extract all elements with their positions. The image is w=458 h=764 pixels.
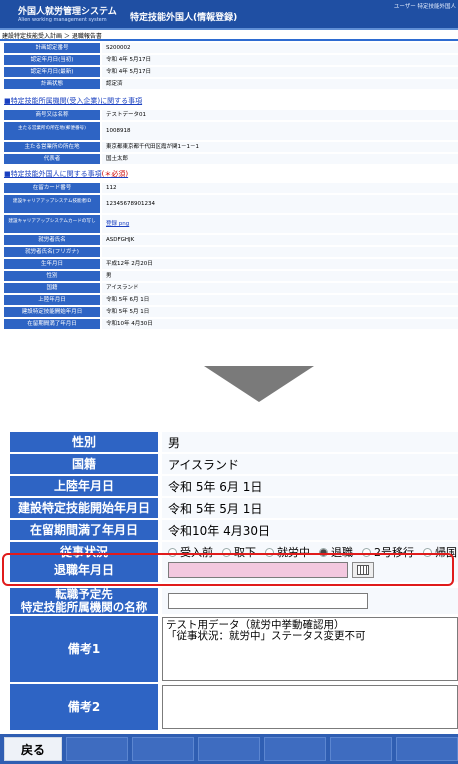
footer-tile xyxy=(264,737,326,761)
overview-screenshot: 外国人就労管理システム Alien working management sys… xyxy=(0,0,458,346)
footer-tile xyxy=(132,737,194,761)
field-row-remarks1: 備考1 テスト用データ（就労中挙動確認用） 「従事状況：就労中」ステータス変更不… xyxy=(10,616,458,682)
summary-row: 国籍 アイスランド xyxy=(4,283,458,293)
footer-bar: 戻る xyxy=(0,734,458,764)
remarks2-textarea[interactable] xyxy=(162,685,458,729)
back-button[interactable]: 戻る xyxy=(4,737,62,761)
user-label: ユーザー 特定技能外国人 xyxy=(393,4,456,10)
summary-row: 上陸年月日 令和 5年 6月 1日 xyxy=(4,295,458,305)
summary-row: 在留期間満了年月日 令和10年 4月30日 xyxy=(4,319,458,329)
footer-tile xyxy=(396,737,458,761)
transfer-org-input[interactable] xyxy=(168,593,368,609)
breadcrumb-divider xyxy=(0,39,458,41)
field-row-gender: 性別 男 xyxy=(10,432,458,452)
section-heading-worker[interactable]: ■特定技能外国人に関する事項(＊必須) xyxy=(4,169,128,179)
summary-row: 主たる営業所の所在地(郵便番号) 1008918 xyxy=(4,122,458,140)
footer-tile xyxy=(66,737,128,761)
footer-tile xyxy=(198,737,260,761)
summary-row: 認定年月日(当初) 令和 4年 5月17日 xyxy=(4,55,458,65)
field-row-transfer-org: 転職予定先 特定技能所属機関の名称 xyxy=(10,588,458,614)
summary-row: 在留カード番号 112 xyxy=(4,183,458,193)
system-name: 外国人就労管理システム xyxy=(18,7,117,17)
required-note: (＊必須) xyxy=(101,170,129,178)
app-title: 特定技能外国人(情報登録) xyxy=(130,13,238,23)
remarks1-textarea[interactable]: テスト用データ（就労中挙動確認用） 「従事状況：就労中」ステータス変更不可 xyxy=(162,617,458,681)
summary-row: 性別男 xyxy=(4,271,458,281)
summary-row: 主たる営業所の所在地 東京都東京都千代田区霞が関1－1－1 xyxy=(4,142,458,152)
system-subtitle: Alien working management system xyxy=(18,17,107,23)
card-copy-link[interactable]: 登録 png xyxy=(102,215,458,233)
field-row-nationality: 国籍 アイスランド xyxy=(10,454,458,474)
down-arrow-icon xyxy=(204,366,314,402)
summary-row: 認定年月日(最新) 令和 4年 5月17日 xyxy=(4,67,458,77)
app-header: 外国人就労管理システム Alien working management sys… xyxy=(0,0,458,30)
field-row-remarks2: 備考2 xyxy=(10,684,458,730)
summary-row: 建設キャリアアップシステムカードの写し 登録 png xyxy=(4,215,458,233)
summary-row: 商号又は名称 テストデータ01 xyxy=(4,110,458,120)
footer-tile xyxy=(330,737,392,761)
summary-row: 生年月日 平成12年 2月20日 xyxy=(4,259,458,269)
field-row-expiry-date: 在留期間満了年月日 令和10年 4月30日 xyxy=(10,520,458,540)
summary-row: 代表者 国土太郎 xyxy=(4,154,458,164)
summary-row: 建設特定技能開始年月日 令和 5年 5月 1日 xyxy=(4,307,458,317)
section-heading-company[interactable]: ■特定技能所属機関(受入企業)に関する事項 xyxy=(4,96,142,106)
field-row-start-date: 建設特定技能開始年月日 令和 5年 5月 1日 xyxy=(10,498,458,518)
zoomed-screenshot: 性別 男 国籍 アイスランド 上陸年月日 令和 5年 6月 1日 建設特定技能開… xyxy=(0,422,458,764)
field-row-landing-date: 上陸年月日 令和 5年 6月 1日 xyxy=(10,476,458,496)
summary-row: 就労者氏名 ASDFGHJK xyxy=(4,235,458,245)
summary-row: 計画状態 認定済 xyxy=(4,79,458,89)
summary-row: 建設キャリアアップシステム技能者ID 12345678901234 xyxy=(4,195,458,213)
highlight-frame xyxy=(2,553,454,586)
summary-row: 就労者氏名(フリガナ) xyxy=(4,247,458,257)
summary-row: 計画認定番号 S200002 xyxy=(4,43,458,53)
